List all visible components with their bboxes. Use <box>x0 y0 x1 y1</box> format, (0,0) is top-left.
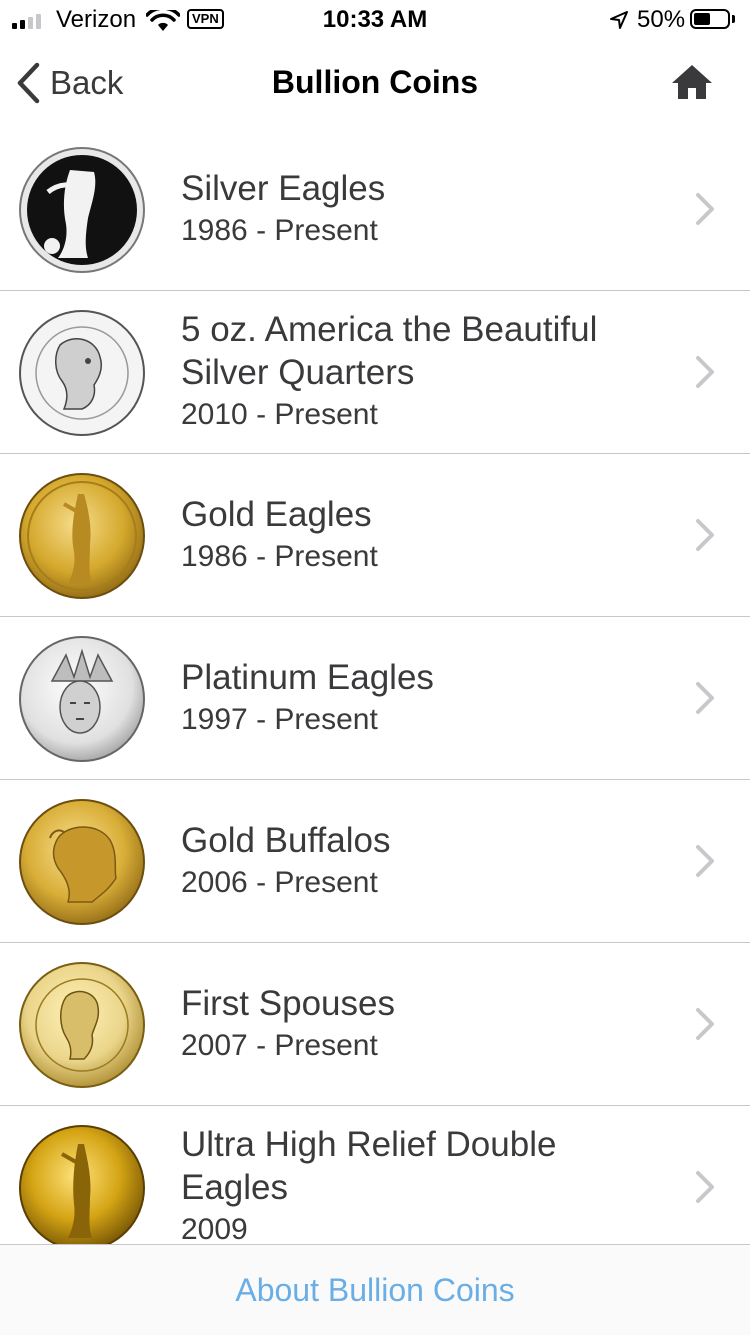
list-item-gold-buffalos[interactable]: Gold Buffalos 2006 - Present <box>0 780 750 943</box>
navigation-bar: Back Bullion Coins <box>0 40 750 128</box>
battery-icon <box>690 9 730 29</box>
double-eagle-coin-image <box>19 1125 145 1244</box>
list-item-gold-eagles[interactable]: Gold Eagles 1986 - Present <box>0 454 750 617</box>
first-spouse-coin-image <box>19 962 145 1088</box>
item-title: First Spouses <box>181 983 395 1023</box>
item-title: Gold Eagles <box>181 494 372 534</box>
battery-tip <box>732 15 735 23</box>
list-item-ultra-high-relief[interactable]: Ultra High Relief Double Eagles 2009 <box>0 1106 750 1244</box>
chevron-right-icon <box>696 193 714 225</box>
item-title: Platinum Eagles <box>181 657 434 697</box>
item-date-range: 2010 - Present <box>181 398 378 431</box>
item-date-range: 1997 - Present <box>181 702 378 736</box>
item-title: 5 oz. America the Beautiful Silver Quart… <box>181 310 598 392</box>
list-item-platinum-eagles[interactable]: Platinum Eagles 1997 - Present <box>0 617 750 780</box>
item-date-range: 2007 - Present <box>181 1028 378 1062</box>
home-icon <box>672 65 712 99</box>
silver-eagle-coin-image <box>19 147 145 273</box>
gold-eagle-coin-image <box>19 473 145 599</box>
home-button[interactable] <box>670 62 714 107</box>
platinum-eagle-coin-image <box>19 636 145 762</box>
chevron-right-icon <box>696 1008 714 1040</box>
about-bullion-coins-link[interactable]: About Bullion Coins <box>0 1245 750 1335</box>
silver-quarter-coin-image <box>19 310 145 436</box>
back-button[interactable]: Back <box>16 62 123 104</box>
chevron-right-icon <box>696 1171 714 1203</box>
item-date-range: 2006 - Present <box>181 865 378 899</box>
back-label: Back <box>50 64 124 101</box>
gold-buffalo-coin-image <box>19 799 145 925</box>
list-item-america-the-beautiful[interactable]: 5 oz. America the Beautiful Silver Quart… <box>0 291 750 454</box>
item-date-range: 1986 - Present <box>181 539 378 573</box>
battery-percent: 50% <box>637 6 686 33</box>
chevron-right-icon <box>696 356 714 388</box>
chevron-right-icon <box>696 519 714 551</box>
list-item-first-spouses[interactable]: First Spouses 2007 - Present <box>0 943 750 1106</box>
item-title: Ultra High Relief Double Eagles <box>181 1125 557 1207</box>
chevron-right-icon <box>696 845 714 877</box>
item-title: Silver Eagles <box>181 168 386 208</box>
footer-bar: About Bullion Coins <box>0 1244 750 1335</box>
item-title: Gold Buffalos <box>181 820 391 860</box>
item-date-range: 2009 <box>181 1213 248 1244</box>
chevron-right-icon <box>696 682 714 714</box>
list-item-silver-eagles[interactable]: Silver Eagles 1986 - Present <box>0 128 750 291</box>
location-arrow-icon <box>610 11 628 29</box>
chevron-left-icon <box>17 62 40 104</box>
coin-list: Silver Eagles 1986 - Present 5 oz. Ameri… <box>0 128 750 1244</box>
status-bar: Verizon VPN 10:33 AM 50% <box>0 0 750 40</box>
item-date-range: 1986 - Present <box>181 213 378 247</box>
